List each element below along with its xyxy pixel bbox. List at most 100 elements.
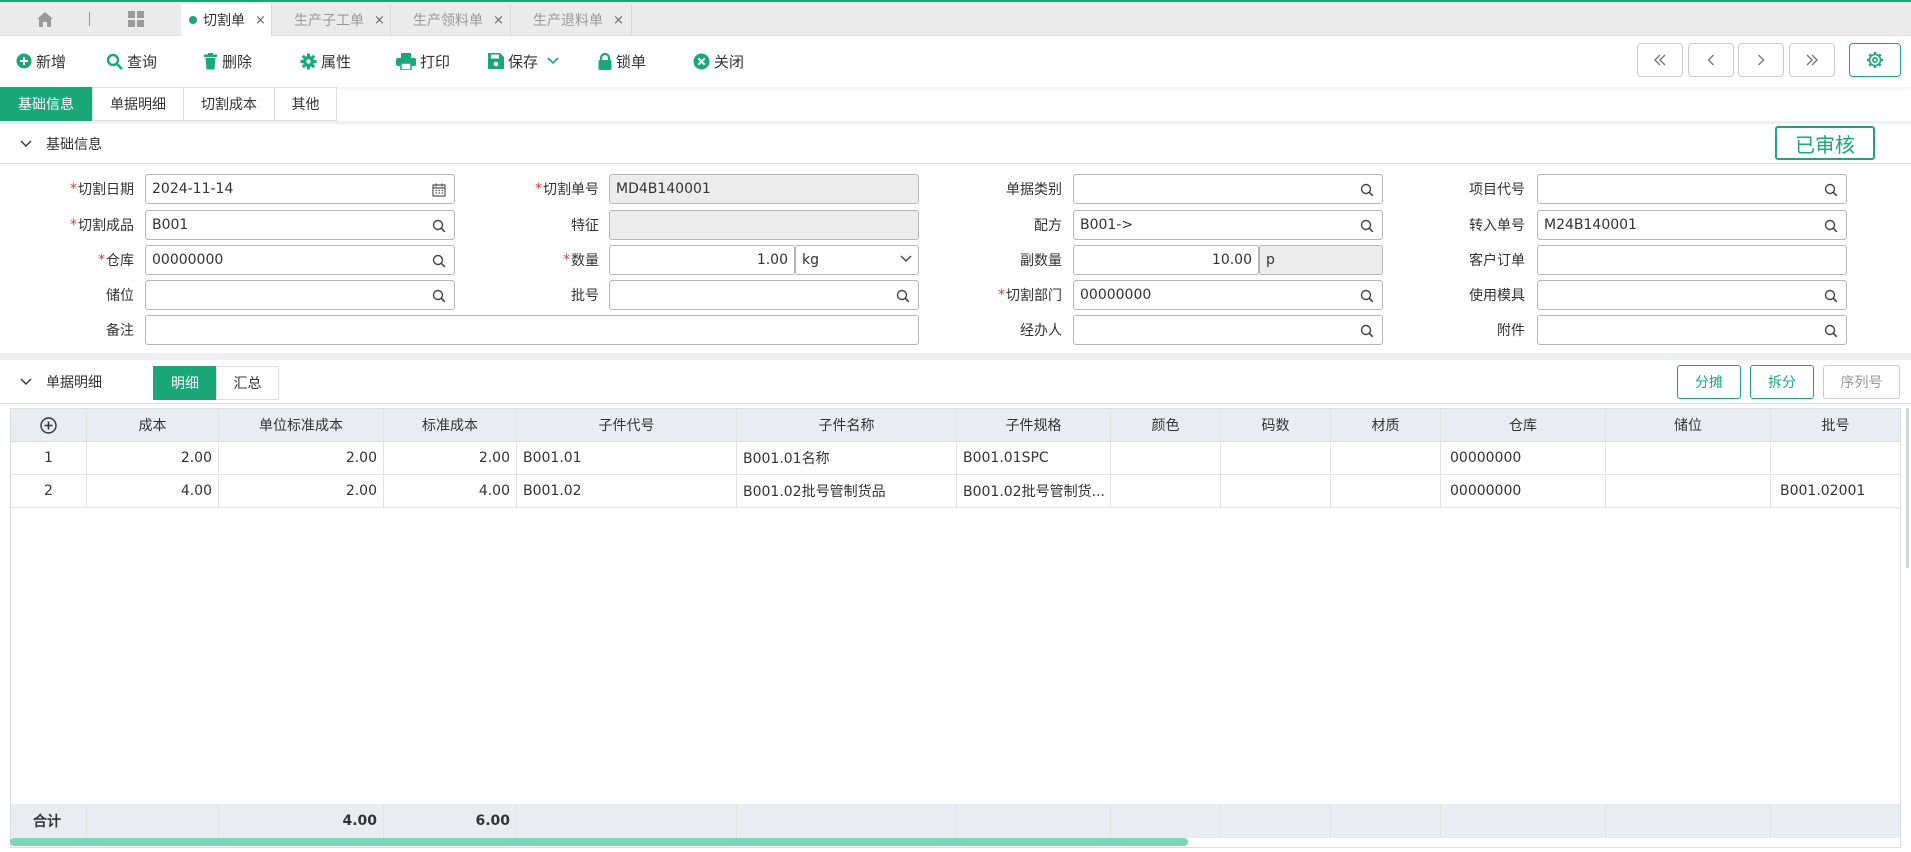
query-button[interactable]: 查询 xyxy=(106,50,157,72)
search-icon[interactable] xyxy=(1360,219,1374,233)
new-button[interactable]: 新增 xyxy=(16,50,66,72)
column-header[interactable]: 子件规格 xyxy=(957,409,1111,441)
column-header[interactable]: 储位 xyxy=(1606,409,1771,441)
size-cell[interactable] xyxy=(1221,475,1331,507)
location-cell[interactable] xyxy=(1606,475,1771,507)
chevron-down-icon[interactable] xyxy=(547,57,559,65)
table-row[interactable]: 1 2.00 2.00 2.00 B001.01 B001.01名称 B001.… xyxy=(11,442,1900,475)
batch-cell[interactable] xyxy=(1771,442,1900,474)
close-icon[interactable]: × xyxy=(374,13,385,28)
apps-grid-icon[interactable] xyxy=(124,2,148,36)
remark-field[interactable] xyxy=(145,315,919,345)
formula-field[interactable]: B001-> xyxy=(1073,210,1383,240)
part-spec-cell[interactable]: B001.02批号管制货... xyxy=(957,475,1111,507)
search-icon[interactable] xyxy=(432,289,446,303)
handler-field[interactable] xyxy=(1073,315,1383,345)
allocate-button[interactable]: 分摊 xyxy=(1677,365,1741,399)
save-button[interactable]: 保存 xyxy=(488,50,563,72)
tab-detail[interactable]: 明细 xyxy=(153,366,217,400)
tab-basic-info[interactable]: 基础信息 xyxy=(0,87,92,121)
add-row-button[interactable] xyxy=(11,409,87,441)
tab-production-sub-order[interactable]: 生产子工单 × xyxy=(272,4,391,36)
warehouse-field[interactable]: 00000000 xyxy=(145,245,455,275)
close-icon[interactable]: × xyxy=(493,13,504,28)
search-icon[interactable] xyxy=(1360,183,1374,197)
tab-production-issue[interactable]: 生产领料单 × xyxy=(391,4,511,36)
project-code-field[interactable] xyxy=(1537,174,1847,204)
std-cost-cell[interactable]: 4.00 xyxy=(384,475,517,507)
cost-cell[interactable]: 2.00 xyxy=(87,442,219,474)
warehouse-cell[interactable]: 00000000 xyxy=(1441,475,1606,507)
part-name-cell[interactable]: B001.01名称 xyxy=(737,442,957,474)
column-header[interactable]: 成本 xyxy=(87,409,219,441)
column-header[interactable]: 子件代号 xyxy=(517,409,737,441)
horizontal-scrollbar[interactable] xyxy=(10,838,1188,846)
column-header[interactable]: 子件名称 xyxy=(737,409,957,441)
tab-document-detail[interactable]: 单据明细 xyxy=(92,87,184,121)
column-header[interactable]: 标准成本 xyxy=(384,409,517,441)
column-header[interactable]: 仓库 xyxy=(1441,409,1606,441)
unit-select[interactable]: kg xyxy=(795,245,919,275)
std-cost-cell[interactable]: 2.00 xyxy=(384,442,517,474)
search-icon[interactable] xyxy=(432,254,446,268)
sub-qty-field[interactable]: 10.00 xyxy=(1073,245,1259,275)
batch-cell[interactable]: B001.02001 xyxy=(1771,475,1900,507)
detail-header[interactable]: 单据明细 xyxy=(0,360,1911,404)
transfer-no-field[interactable]: M24B140001 xyxy=(1537,210,1847,240)
close-icon[interactable]: × xyxy=(613,13,624,28)
attribute-button[interactable]: 属性 xyxy=(300,50,351,72)
customer-order-field[interactable] xyxy=(1537,245,1847,275)
dept-field[interactable]: 00000000 xyxy=(1073,280,1383,310)
tab-cutting-order[interactable]: 切割单 × xyxy=(181,4,272,36)
material-cell[interactable] xyxy=(1331,475,1441,507)
product-field[interactable]: B001 xyxy=(145,210,455,240)
column-header[interactable]: 码数 xyxy=(1221,409,1331,441)
chevron-down-icon[interactable] xyxy=(20,374,36,390)
calendar-icon[interactable] xyxy=(432,183,446,197)
cost-cell[interactable]: 4.00 xyxy=(87,475,219,507)
warehouse-cell[interactable]: 00000000 xyxy=(1441,442,1606,474)
settings-button[interactable] xyxy=(1849,43,1901,77)
search-icon[interactable] xyxy=(1824,219,1838,233)
basic-info-header[interactable]: 基础信息 xyxy=(0,124,1911,164)
home-icon[interactable] xyxy=(30,2,60,36)
search-icon[interactable] xyxy=(1824,183,1838,197)
last-record-button[interactable] xyxy=(1789,43,1835,77)
delete-button[interactable]: 删除 xyxy=(203,50,252,72)
color-cell[interactable] xyxy=(1111,442,1221,474)
batch-field[interactable] xyxy=(609,280,919,310)
tab-summary[interactable]: 汇总 xyxy=(216,366,279,400)
search-icon[interactable] xyxy=(1824,324,1838,338)
column-header[interactable]: 单位标准成本 xyxy=(219,409,384,441)
vertical-scrollbar[interactable] xyxy=(1906,408,1909,568)
mold-field[interactable] xyxy=(1537,280,1847,310)
location-field[interactable] xyxy=(145,280,455,310)
split-button[interactable]: 拆分 xyxy=(1750,365,1814,399)
close-button[interactable]: 关闭 xyxy=(693,50,744,72)
lock-button[interactable]: 锁单 xyxy=(598,50,646,72)
unit-std-cost-cell[interactable]: 2.00 xyxy=(219,475,384,507)
part-code-cell[interactable]: B001.01 xyxy=(517,442,737,474)
search-icon[interactable] xyxy=(432,219,446,233)
part-spec-cell[interactable]: B001.01SPC xyxy=(957,442,1111,474)
table-row[interactable]: 2 4.00 2.00 4.00 B001.02 B001.02批号管制货品 B… xyxy=(11,475,1900,508)
attachment-field[interactable] xyxy=(1537,315,1847,345)
next-record-button[interactable] xyxy=(1738,43,1784,77)
search-icon[interactable] xyxy=(1824,289,1838,303)
doc-type-field[interactable] xyxy=(1073,174,1383,204)
prev-record-button[interactable] xyxy=(1688,43,1734,77)
serial-button[interactable]: 序列号 xyxy=(1823,365,1900,399)
column-header[interactable]: 材质 xyxy=(1331,409,1441,441)
unit-std-cost-cell[interactable]: 2.00 xyxy=(219,442,384,474)
part-code-cell[interactable]: B001.02 xyxy=(517,475,737,507)
part-name-cell[interactable]: B001.02批号管制货品 xyxy=(737,475,957,507)
cut-date-field[interactable]: 2024-11-14 xyxy=(145,174,455,204)
size-cell[interactable] xyxy=(1221,442,1331,474)
location-cell[interactable] xyxy=(1606,442,1771,474)
first-record-button[interactable] xyxy=(1637,43,1683,77)
material-cell[interactable] xyxy=(1331,442,1441,474)
tab-other[interactable]: 其他 xyxy=(274,87,337,121)
tab-cutting-cost[interactable]: 切割成本 xyxy=(183,87,275,121)
print-button[interactable]: 打印 xyxy=(396,50,450,72)
color-cell[interactable] xyxy=(1111,475,1221,507)
